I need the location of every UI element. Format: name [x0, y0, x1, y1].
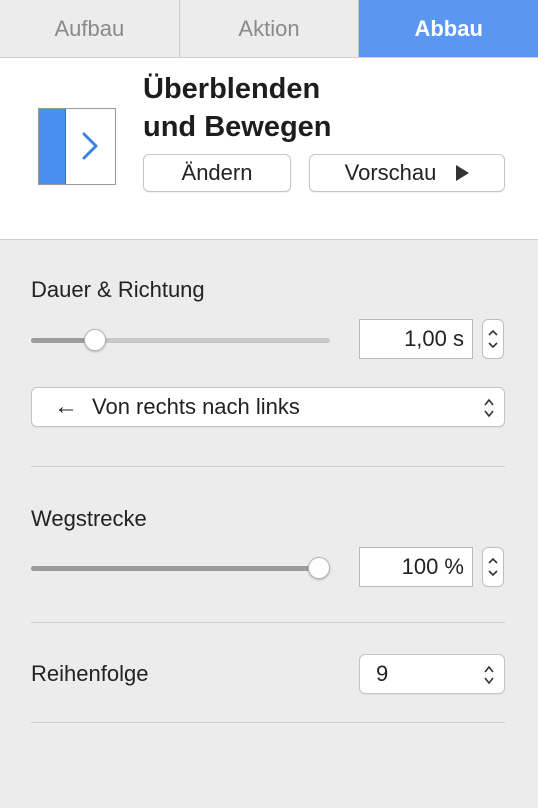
tab-aufbau[interactable]: Aufbau: [0, 0, 180, 57]
order-value: 9: [376, 661, 389, 686]
section-divider: [31, 466, 505, 467]
left-arrow-icon: ←: [54, 393, 78, 420]
change-effect-button[interactable]: Ändern: [143, 154, 291, 192]
duration-stepper[interactable]: [482, 319, 504, 359]
duration-slider[interactable]: [31, 338, 330, 343]
preview-label: Vorschau: [344, 160, 437, 185]
distance-section-label: Wegstrecke: [31, 506, 147, 531]
effect-title-line1: Überblenden: [143, 73, 321, 105]
order-section-label: Reihenfolge: [31, 661, 149, 686]
distance-slider-knob[interactable]: [308, 557, 330, 579]
play-icon: [456, 165, 470, 181]
direction-value: Von rechts nach links: [92, 394, 300, 419]
stepper-arrows-icon: [488, 557, 498, 577]
tab-abbau[interactable]: Abbau: [359, 0, 538, 57]
distance-slider[interactable]: [31, 566, 330, 571]
duration-slider-knob[interactable]: [83, 329, 106, 351]
duration-section-label: Dauer & Richtung: [31, 277, 205, 302]
effect-title-line2: und Bewegen: [143, 111, 332, 143]
push-right-icon: [38, 108, 116, 185]
section-divider: [31, 722, 505, 723]
stepper-arrows-icon: [488, 329, 498, 349]
tab-bar: Aufbau Aktion Abbau: [0, 0, 538, 58]
distance-stepper[interactable]: [482, 547, 504, 587]
duration-value: 1,00 s: [404, 326, 464, 351]
distance-field[interactable]: 100 %: [359, 547, 473, 587]
section-divider: [31, 622, 505, 623]
effect-header: Überblenden und Bewegen Ändern Vorschau: [0, 58, 538, 240]
popup-chevron-icon: [484, 398, 494, 418]
distance-slider-fill: [31, 566, 319, 571]
effect-title: Überblenden und Bewegen: [143, 70, 473, 146]
preview-button[interactable]: Vorschau: [309, 154, 505, 192]
tab-aktion[interactable]: Aktion: [180, 0, 360, 57]
distance-value: 100 %: [401, 554, 464, 579]
direction-popup[interactable]: ← Von rechts nach links: [31, 387, 505, 427]
order-popup[interactable]: 9: [359, 654, 505, 694]
popup-chevron-icon: [484, 665, 494, 685]
change-effect-label: Ändern: [181, 160, 253, 185]
duration-field[interactable]: 1,00 s: [359, 319, 473, 359]
